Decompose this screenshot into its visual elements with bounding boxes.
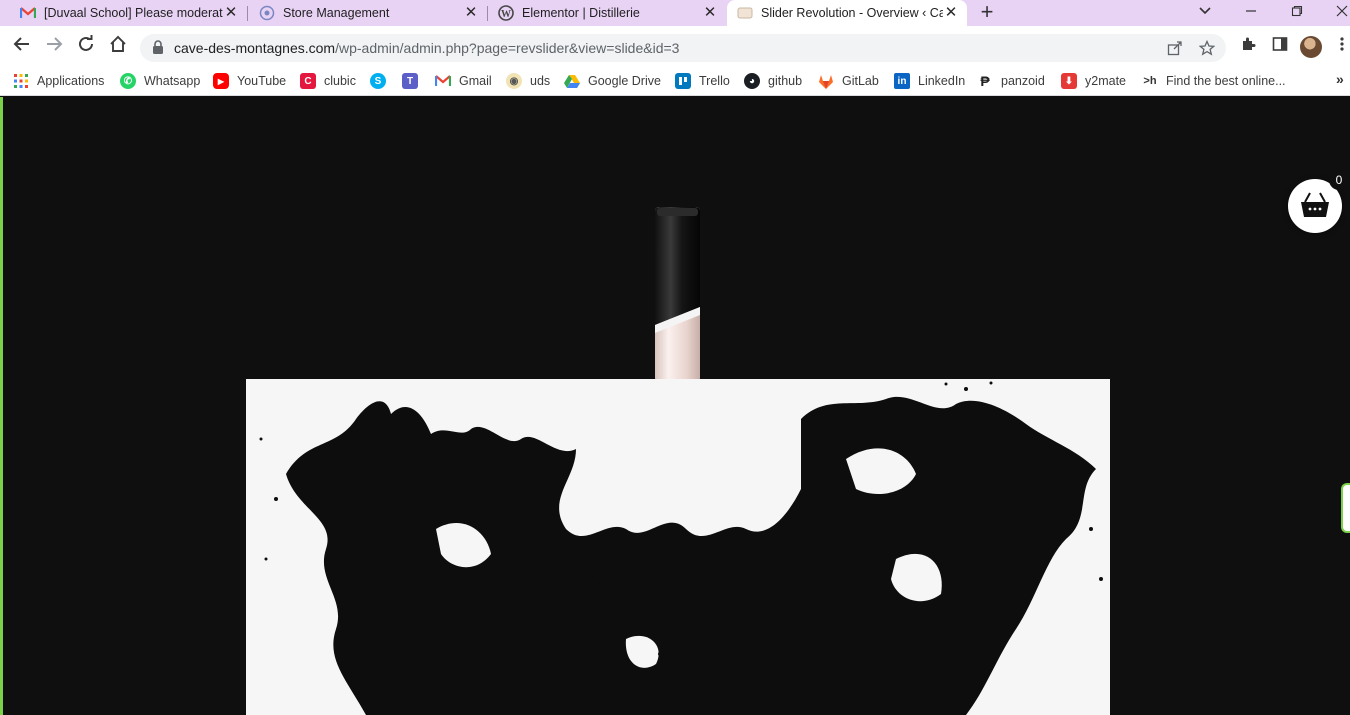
- tab-search-icon[interactable]: [1190, 0, 1220, 26]
- gitlab-icon: [818, 73, 834, 89]
- bookmark-uds[interactable]: ◉ uds: [506, 71, 550, 91]
- tab-strip: [Duvaal School] Please moderate ✕ Store …: [0, 0, 1350, 26]
- slider-preview: 0: [0, 97, 1350, 715]
- bookmark-hackr[interactable]: >h Find the best online...: [1142, 71, 1286, 91]
- bookmark-label: Trello: [699, 74, 730, 88]
- whatsapp-icon: ✆: [120, 73, 136, 89]
- bookmark-github[interactable]: ◕ github: [744, 71, 802, 91]
- tab-store-management[interactable]: Store Management ✕: [239, 0, 487, 26]
- gmail-icon: [20, 5, 36, 21]
- bookmark-gitlab[interactable]: GitLab: [818, 71, 879, 91]
- bookmark-panzoid[interactable]: ₱ panzoid: [977, 71, 1045, 91]
- browser-toolbar: cave-des-montagnes.com/wp-admin/admin.ph…: [0, 26, 1350, 66]
- close-icon[interactable]: ✕: [943, 5, 959, 21]
- back-button[interactable]: [10, 35, 34, 59]
- close-icon[interactable]: ✕: [223, 5, 239, 21]
- bookmark-skype[interactable]: S: [370, 71, 394, 91]
- extensions-icon[interactable]: [1238, 36, 1258, 56]
- bookmark-y2mate[interactable]: ⬇ y2mate: [1061, 71, 1126, 91]
- reload-button[interactable]: [74, 35, 98, 59]
- bookmarks-bar: Applications ✆ Whatsapp ▶ YouTube C club…: [0, 66, 1350, 96]
- bookmark-teams[interactable]: T: [402, 71, 426, 91]
- share-icon[interactable]: [1166, 40, 1184, 56]
- tab-elementor[interactable]: W Elementor | Distillerie ✕: [478, 0, 726, 26]
- side-panel-icon[interactable]: [1270, 36, 1290, 56]
- tab-title: Store Management: [283, 6, 390, 20]
- youtube-icon: ▶: [213, 73, 229, 89]
- menu-kebab-icon[interactable]: [1336, 36, 1348, 56]
- wordpress-icon: W: [498, 5, 514, 21]
- github-icon: ◕: [744, 73, 760, 89]
- bookmark-label: Applications: [37, 74, 105, 88]
- minimize-button[interactable]: [1236, 0, 1266, 26]
- bookmark-label: y2mate: [1085, 74, 1126, 88]
- bookmark-label: uds: [530, 74, 551, 88]
- close-window-button[interactable]: [1327, 0, 1350, 26]
- bookmark-label: Gmail: [459, 74, 492, 88]
- skype-icon: S: [370, 73, 386, 89]
- bookmark-label: github: [768, 74, 803, 88]
- bookmark-trello[interactable]: Trello: [675, 71, 730, 91]
- cart-count-badge: 0: [1329, 170, 1349, 190]
- trello-icon: [675, 73, 691, 89]
- home-button[interactable]: [106, 35, 130, 59]
- bookmark-star-icon[interactable]: [1198, 39, 1216, 56]
- new-tab-button[interactable]: +: [976, 1, 998, 24]
- address-bar[interactable]: cave-des-montagnes.com/wp-admin/admin.ph…: [140, 34, 1226, 62]
- tab-title: Slider Revolution - Overview ‹ Ca: [761, 6, 943, 20]
- bookmark-youtube[interactable]: ▶ YouTube: [213, 71, 286, 91]
- ink-splash-graphic: [259, 381, 1103, 715]
- bookmark-whatsapp[interactable]: ✆ Whatsapp: [120, 71, 200, 91]
- lock-icon[interactable]: [152, 40, 164, 54]
- bookmark-linkedin[interactable]: in LinkedIn: [894, 71, 965, 91]
- tab-slider-revolution[interactable]: Slider Revolution - Overview ‹ Ca ✕: [727, 0, 967, 26]
- store-icon: [259, 5, 275, 21]
- close-icon[interactable]: ✕: [702, 5, 718, 21]
- url-host: cave-des-montagnes.com: [174, 40, 336, 56]
- splash-image: [246, 379, 1110, 715]
- y2mate-icon: ⬇: [1061, 73, 1077, 89]
- bookmarks-overflow-button[interactable]: »: [1336, 71, 1344, 87]
- linkedin-icon: in: [894, 73, 910, 89]
- close-icon[interactable]: ✕: [463, 5, 479, 21]
- apps-grid-icon: [13, 73, 29, 89]
- panzoid-icon: ₱: [980, 73, 990, 89]
- forward-button[interactable]: [42, 35, 66, 59]
- tab-title: Elementor | Distillerie: [522, 6, 640, 20]
- url-text[interactable]: cave-des-montagnes.com/wp-admin/admin.ph…: [174, 40, 679, 56]
- tab-title: [Duvaal School] Please moderate: [44, 6, 223, 20]
- side-widget-tab[interactable]: [1341, 483, 1350, 533]
- bookmark-label: clubic: [324, 74, 356, 88]
- restore-button[interactable]: [1282, 0, 1312, 26]
- svg-text:W: W: [501, 9, 511, 20]
- bookmark-gmail[interactable]: Gmail: [435, 71, 492, 91]
- hackr-icon: >h: [1143, 75, 1157, 87]
- gmail-icon: [435, 73, 451, 89]
- bookmark-clubic[interactable]: C clubic: [300, 71, 356, 91]
- clubic-icon: C: [300, 73, 316, 89]
- uds-icon: ◉: [506, 73, 522, 89]
- profile-avatar[interactable]: [1300, 36, 1322, 58]
- bookmark-label: YouTube: [237, 74, 287, 88]
- bookmark-label: Find the best online...: [1166, 74, 1286, 88]
- tab-gmail[interactable]: [Duvaal School] Please moderate ✕: [0, 0, 247, 26]
- slider-revolution-icon: [737, 5, 753, 21]
- url-path: /wp-admin/admin.php?page=revslider&view=…: [335, 40, 680, 56]
- bookmark-applications[interactable]: Applications: [13, 71, 104, 91]
- teams-icon: T: [402, 73, 418, 89]
- bookmark-label: Whatsapp: [144, 74, 201, 88]
- bookmark-label: LinkedIn: [918, 74, 966, 88]
- wine-bottle-image: [655, 207, 700, 382]
- bookmark-label: Google Drive: [588, 74, 661, 88]
- bookmark-label: panzoid: [1001, 74, 1045, 88]
- google-drive-icon: [564, 73, 580, 89]
- bookmark-google-drive[interactable]: Google Drive: [564, 71, 661, 91]
- bookmark-label: GitLab: [842, 74, 879, 88]
